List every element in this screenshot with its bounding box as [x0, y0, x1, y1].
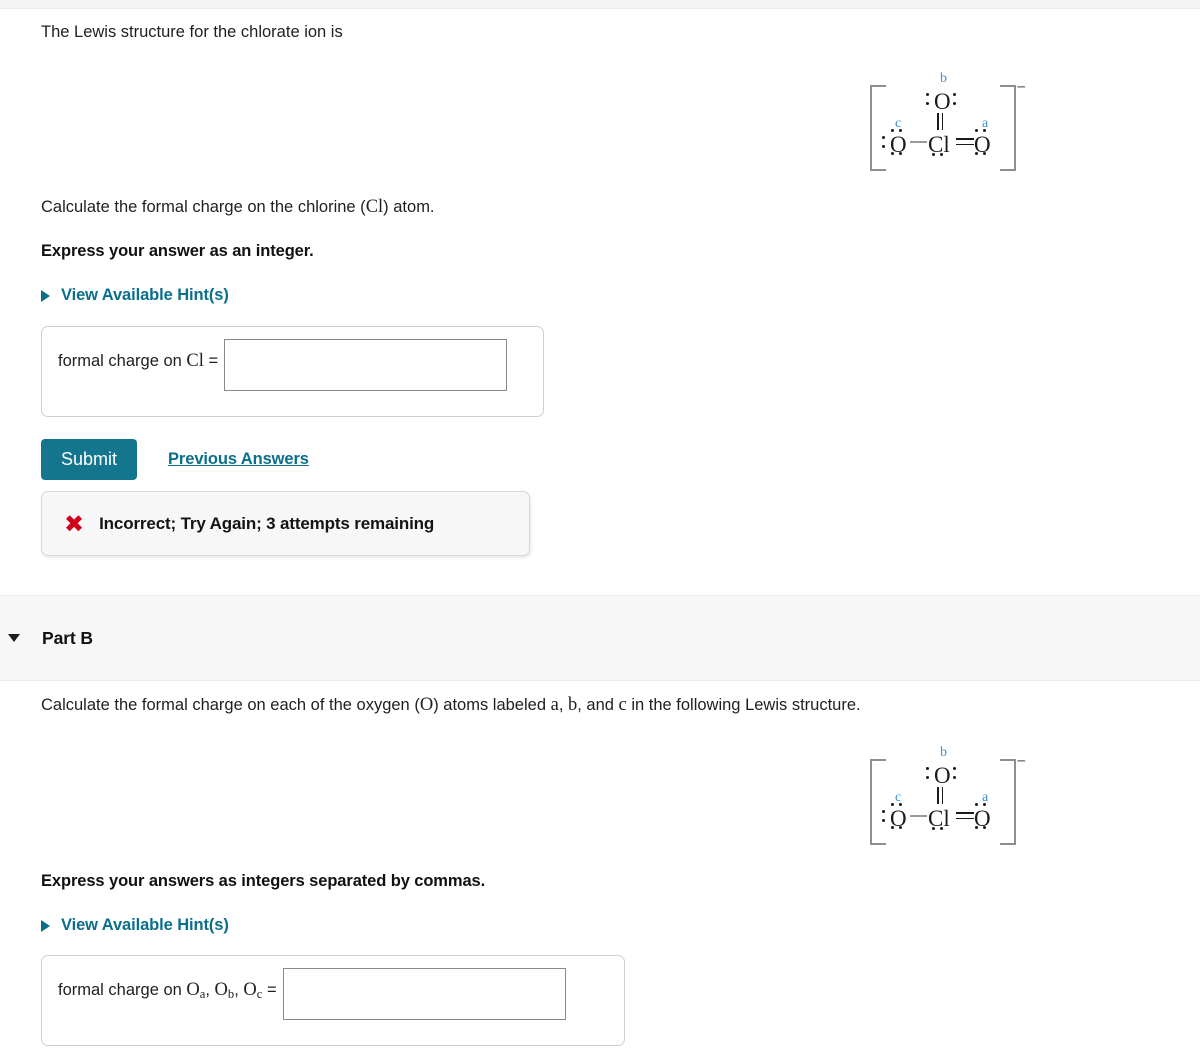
ion-charge-label: –	[1016, 75, 1027, 97]
part-b-answer-label-equals: =	[262, 981, 277, 999]
bond-double-right	[956, 817, 974, 820]
part-a-feedback-banner: ✖ Incorrect; Try Again; 3 attempts remai…	[41, 491, 530, 556]
part-a-answer-input[interactable]	[224, 339, 508, 391]
part-b-answer-label-oa: Oa	[186, 980, 206, 1001]
part-a-hint-label: View Available Hint(s)	[61, 286, 229, 304]
atom-oxygen-b: O	[934, 89, 951, 114]
part-a-feedback-text: Incorrect; Try Again; 3 attempts remaini…	[99, 513, 435, 533]
lone-pair-dot	[926, 767, 930, 771]
top-strip	[0, 0, 1200, 9]
part-b-answer-input[interactable]	[282, 968, 566, 1020]
bond-double-top	[937, 787, 939, 804]
part-a-submit-row: Submit Previous Answers	[41, 439, 309, 480]
lone-pair-dot	[926, 102, 930, 106]
part-b-answer-label-oc: Oc	[243, 980, 263, 1001]
chevron-down-icon[interactable]	[8, 634, 20, 642]
part-b-title: Part B	[42, 627, 93, 648]
bond-single-left	[910, 815, 927, 817]
lone-pair-dot	[953, 93, 957, 97]
bond-double-top	[941, 787, 944, 804]
part-a-question-suffix: ) atom.	[383, 198, 435, 216]
part-a-question: Calculate the formal charge on the chlor…	[41, 195, 435, 220]
lone-pair-dot	[953, 776, 957, 780]
part-b-question-p3: in the following Lewis structure.	[626, 696, 861, 714]
x-mark-icon: ✖	[64, 509, 85, 538]
part-b-answer-label-prefix: formal charge on	[58, 981, 187, 999]
bond-double-top	[941, 113, 944, 130]
part-b-comma1: ,	[558, 696, 568, 714]
lewis-structure-part-b: – b O c O Cl a O	[868, 745, 1026, 855]
part-a-submit-button[interactable]: Submit	[41, 439, 138, 480]
atom-chlorine: Cl	[928, 806, 950, 831]
lewis-structure-part-a: – b O c O Cl a O	[868, 71, 1026, 181]
part-b-answer-label-ob: Ob	[214, 980, 235, 1001]
bracket-left-icon	[870, 85, 886, 171]
part-a-answer-label-equals: =	[203, 352, 219, 370]
part-b-answer-comma1: ,	[205, 981, 215, 999]
part-a-question-prefix: Calculate the formal charge on the chlor…	[41, 198, 366, 216]
part-a-instruction: Express your answer as an integer.	[41, 242, 314, 260]
part-a-hint-toggle[interactable]: View Available Hint(s)	[41, 286, 229, 305]
bracket-right-icon	[1000, 85, 1016, 171]
part-b-question-label-b: b	[567, 695, 578, 715]
part-a-answer-label-prefix: formal charge on	[58, 352, 187, 370]
part-a-answer-container: formal charge on Cl =	[41, 326, 544, 417]
bond-double-right	[956, 138, 974, 140]
part-b-hint-toggle[interactable]: View Available Hint(s)	[41, 916, 229, 935]
part-a-question-atom: Cl	[365, 197, 384, 217]
chevron-right-icon	[41, 289, 50, 302]
atom-oxygen-b: O	[934, 763, 951, 788]
intro-text: The Lewis structure for the chlorate ion…	[41, 23, 343, 41]
part-a-answer-label: formal charge on Cl =	[42, 327, 218, 372]
lone-pair-dot	[926, 776, 930, 780]
bracket-left-icon	[870, 759, 886, 845]
atom-label-b: b	[940, 745, 947, 760]
atom-chlorine: Cl	[928, 132, 950, 157]
part-b-comma2: , and	[577, 696, 619, 714]
part-b-instruction: Express your answers as integers separat…	[41, 872, 486, 890]
part-b-question-label-a: a	[550, 695, 559, 715]
part-b-question-p2: ) atoms labeled	[433, 696, 551, 714]
bond-single-left	[910, 141, 927, 143]
part-b-question-p1: Calculate the formal charge on each of t…	[41, 696, 420, 714]
bond-double-right	[956, 143, 974, 146]
part-b-header[interactable]: Part B	[0, 595, 1200, 681]
part-a-previous-answers-link[interactable]: Previous Answers	[168, 450, 309, 469]
part-b-hint-label: View Available Hint(s)	[61, 916, 229, 934]
part-b-answer-comma2: ,	[234, 981, 244, 999]
part-a-answer-label-atom: Cl	[186, 351, 204, 371]
part-b-question: Calculate the formal charge on each of t…	[41, 693, 861, 718]
ion-charge-label: –	[1016, 749, 1027, 771]
lone-pair-dot	[953, 102, 957, 106]
part-b-question-label-c: c	[618, 695, 627, 715]
chevron-right-icon	[41, 919, 50, 932]
part-b-question-atom: O	[419, 695, 434, 715]
bracket-right-icon	[1000, 759, 1016, 845]
bond-double-top	[937, 113, 939, 130]
bond-double-right	[956, 812, 974, 814]
part-b-answer-container: formal charge on Oa, Ob, Oc =	[41, 955, 625, 1046]
lone-pair-dot	[953, 767, 957, 771]
part-b-answer-label: formal charge on Oa, Ob, Oc =	[42, 956, 277, 1002]
lone-pair-dot	[926, 93, 930, 97]
atom-label-b: b	[940, 71, 947, 86]
